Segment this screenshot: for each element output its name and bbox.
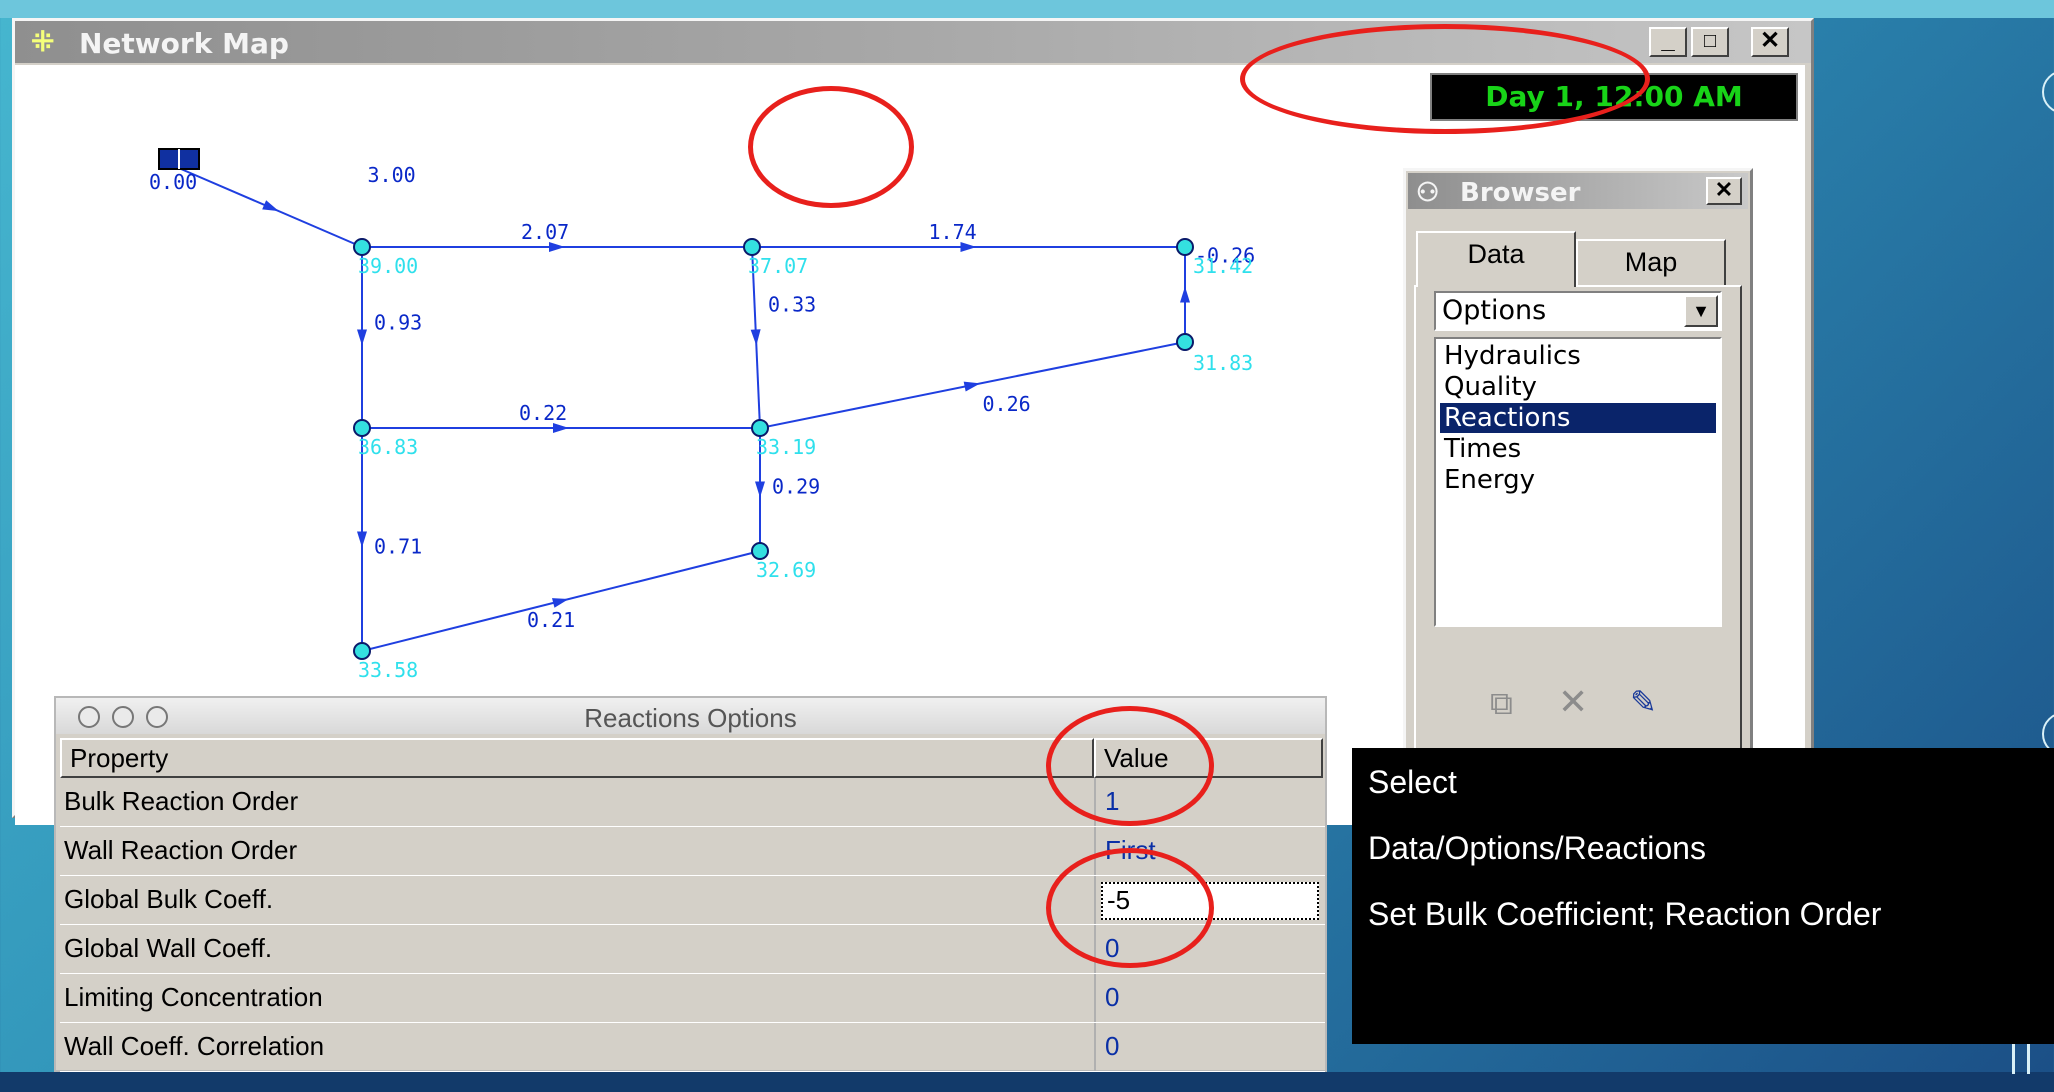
junction-node[interactable] bbox=[743, 238, 761, 256]
property-name: Wall Reaction Order bbox=[64, 835, 298, 865]
table-row[interactable]: Wall Coeff. Correlation 0 bbox=[60, 1023, 1325, 1072]
property-name: Bulk Reaction Order bbox=[64, 786, 299, 816]
property-name: Global Wall Coeff. bbox=[64, 933, 273, 963]
slide-decoration-ring bbox=[2042, 70, 2054, 114]
browser-title: Browser bbox=[1460, 178, 1581, 208]
category-select-value: Options bbox=[1442, 295, 1547, 326]
link-flow-label: 0.22 bbox=[519, 401, 567, 425]
property-value[interactable]: 0 bbox=[1105, 1031, 1119, 1062]
options-list[interactable]: Hydraulics Quality Reactions Times Energ… bbox=[1434, 337, 1722, 627]
junction-node[interactable] bbox=[353, 238, 371, 256]
category-select[interactable]: Options ▼ bbox=[1434, 291, 1722, 331]
callout-line: Select bbox=[1368, 764, 1457, 800]
link-flow-label: 2.07 bbox=[521, 220, 569, 244]
flow-arrow bbox=[357, 329, 367, 346]
callout-line: Data/Options/Reactions bbox=[1368, 830, 1706, 866]
link-flow-label: 0.21 bbox=[527, 608, 575, 632]
edit-icon[interactable]: ✎ bbox=[1630, 683, 1657, 721]
link-flow-label: 0.26 bbox=[983, 392, 1031, 416]
link-flow-label: 3.00 bbox=[368, 163, 416, 187]
junction-node[interactable] bbox=[751, 542, 769, 560]
network-map-icon: ⁜ bbox=[31, 26, 55, 57]
slide-bottom-band bbox=[0, 1072, 2054, 1092]
callout-line: Set Bulk Coefficient; Reaction Order bbox=[1368, 896, 1882, 932]
maximize-button[interactable]: □ bbox=[1691, 27, 1729, 57]
column-header-property[interactable]: Property bbox=[60, 738, 1094, 778]
link-flow-label: 0.33 bbox=[768, 293, 816, 317]
node-pressure-label: 33.19 bbox=[756, 435, 816, 459]
link-flow-label: 0.93 bbox=[374, 311, 422, 335]
node-pressure-label: 32.69 bbox=[756, 558, 816, 582]
add-icon[interactable]: ⧉ bbox=[1490, 685, 1513, 723]
link-flow-label: 1.74 bbox=[929, 220, 977, 244]
flow-arrow bbox=[755, 481, 765, 498]
browser-panel: ⚇ Browser ✕ Data Map Options ▼ Hydraulic… bbox=[1403, 168, 1753, 768]
flow-arrow bbox=[262, 200, 279, 212]
node-pressure-label: 39.00 bbox=[358, 254, 418, 278]
list-item-quality[interactable]: Quality bbox=[1440, 372, 1716, 402]
property-name: Global Bulk Coeff. bbox=[64, 884, 274, 914]
flow-arrow bbox=[1180, 286, 1190, 303]
minimize-button[interactable]: _ bbox=[1649, 27, 1687, 57]
annotation-circle-map bbox=[748, 86, 914, 208]
node-pressure-label: 36.83 bbox=[358, 435, 418, 459]
link-flow-label: 0.71 bbox=[374, 535, 422, 559]
property-name: Wall Coeff. Correlation bbox=[64, 1031, 325, 1061]
flow-arrow bbox=[552, 598, 569, 608]
browser-titlebar[interactable]: ⚇ Browser ✕ bbox=[1408, 173, 1748, 209]
annotation-circle-clock bbox=[1240, 24, 1650, 134]
flow-arrow bbox=[963, 381, 981, 392]
junction-node[interactable] bbox=[751, 419, 769, 437]
node-pressure-label: 31.83 bbox=[1193, 351, 1253, 375]
annotation-circle-value-header bbox=[1046, 706, 1214, 826]
close-button[interactable]: ✕ bbox=[1751, 27, 1789, 57]
list-item-reactions[interactable]: Reactions bbox=[1440, 403, 1716, 433]
annotation-circle-bulk-coeff bbox=[1046, 848, 1214, 968]
link-flow-label: 0.29 bbox=[772, 475, 820, 499]
list-item-energy[interactable]: Energy bbox=[1440, 465, 1716, 495]
reservoir-head-label: 0.00 bbox=[149, 170, 197, 194]
node-pressure-label: 33.58 bbox=[358, 658, 418, 682]
property-value[interactable]: 0 bbox=[1105, 982, 1119, 1013]
node-pressure-label: 31.42 bbox=[1193, 254, 1253, 278]
junction-node[interactable] bbox=[353, 419, 371, 437]
junction-node[interactable] bbox=[1176, 238, 1194, 256]
delete-icon[interactable]: ✕ bbox=[1558, 681, 1588, 723]
instruction-callout: Select Data/Options/Reactions Set Bulk C… bbox=[1352, 748, 2054, 1044]
browser-close-button[interactable]: ✕ bbox=[1706, 177, 1742, 205]
browser-icon: ⚇ bbox=[1416, 177, 1440, 207]
property-name: Limiting Concentration bbox=[64, 982, 323, 1012]
junction-node[interactable] bbox=[353, 642, 371, 660]
tab-map[interactable]: Map bbox=[1576, 239, 1726, 285]
flow-arrow bbox=[750, 329, 761, 346]
list-item-times[interactable]: Times bbox=[1440, 434, 1716, 464]
slide-decoration-bars bbox=[2012, 1040, 2030, 1074]
list-item-hydraulics[interactable]: Hydraulics bbox=[1440, 341, 1716, 371]
chevron-down-icon[interactable]: ▼ bbox=[1684, 295, 1718, 327]
table-row[interactable]: Limiting Concentration 0 bbox=[60, 974, 1325, 1023]
window-title: Network Map bbox=[79, 27, 289, 60]
node-pressure-label: 37.07 bbox=[748, 254, 808, 278]
flow-arrow bbox=[357, 531, 367, 548]
tab-data[interactable]: Data bbox=[1416, 231, 1576, 287]
junction-node[interactable] bbox=[1176, 333, 1194, 351]
slide-top-strip bbox=[0, 0, 2054, 18]
